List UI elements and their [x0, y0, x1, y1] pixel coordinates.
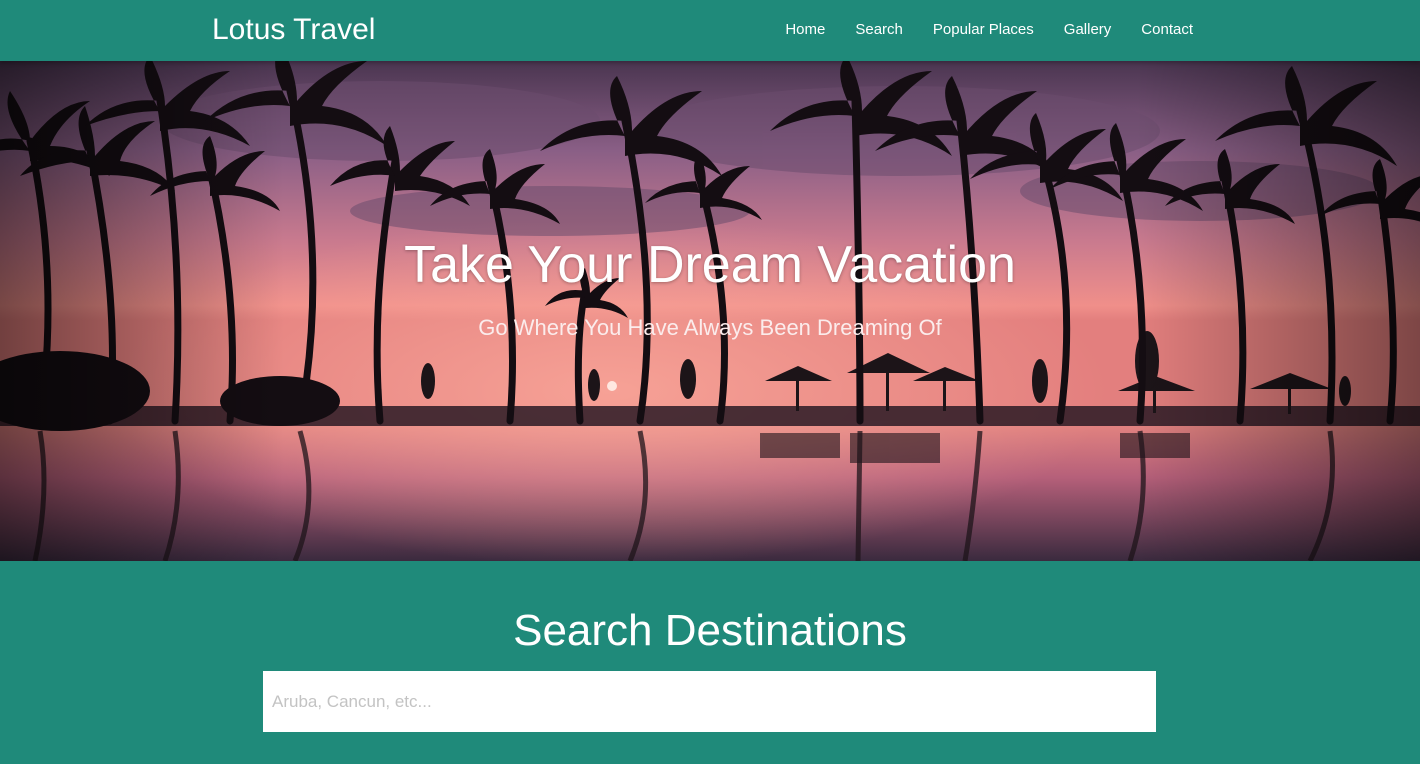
nav-item-gallery: Gallery — [1064, 19, 1112, 40]
nav-item-home: Home — [785, 19, 825, 40]
nav-item-contact: Contact — [1141, 19, 1193, 40]
nav-link-search[interactable]: Search — [855, 21, 903, 38]
nav-link-popular-places[interactable]: Popular Places — [933, 21, 1034, 38]
hero-section: Take Your Dream Vacation Go Where You Ha… — [0, 61, 1420, 561]
navbar: Lotus Travel Home Search Popular Places … — [0, 0, 1420, 61]
nav-item-popular-places: Popular Places — [933, 19, 1034, 40]
search-section: Search Destinations — [0, 561, 1420, 764]
destination-search-input[interactable] — [263, 671, 1156, 732]
nav-link-home[interactable]: Home — [785, 21, 825, 38]
hero-background-image — [0, 61, 1420, 561]
brand-logo-link[interactable]: Lotus Travel — [212, 11, 375, 49]
nav-links: Home Search Popular Places Gallery Conta… — [755, 19, 1193, 40]
nav-item-search: Search — [855, 19, 903, 40]
hero-subtitle: Go Where You Have Always Been Dreaming O… — [478, 315, 942, 340]
hero-title: Take Your Dream Vacation — [404, 236, 1016, 294]
search-title: Search Destinations — [513, 606, 907, 655]
nav-link-gallery[interactable]: Gallery — [1064, 21, 1112, 38]
nav-link-contact[interactable]: Contact — [1141, 21, 1193, 38]
